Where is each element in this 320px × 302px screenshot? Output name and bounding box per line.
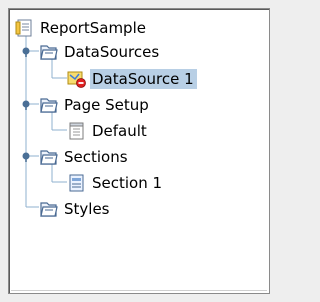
panel-bottom-edge [11,290,267,291]
tree-node-page-setup[interactable]: Page Setup [39,94,152,116]
tree-node-datasources[interactable]: DataSources [39,41,162,63]
tree-node-section-1[interactable]: Section 1 [67,172,165,194]
expand-toggle-page-setup[interactable] [20,98,32,110]
section-icon [69,174,84,192]
tree-node-label: DataSource 1 [90,69,197,89]
report-icon [15,19,32,37]
tree-node-label: ReportSample [40,19,146,37]
folder-open-icon [40,202,58,217]
tree-node-label: Styles [64,200,110,218]
tree-node-label: Page Setup [64,96,149,114]
expand-toggle-datasources[interactable] [20,45,32,57]
tree-node-sections[interactable]: Sections [39,146,131,168]
tree-node-default[interactable]: Default [67,120,150,142]
tree-node-label: Section 1 [92,174,163,192]
tree-node-styles[interactable]: Styles [39,198,113,220]
page-icon [69,122,84,140]
folder-open-icon [40,45,58,60]
folder-open-icon [40,98,58,113]
tree-node-label: Default [92,122,147,140]
tree-node-label: DataSources [64,43,160,61]
tree-node-datasource-1[interactable]: DataSource 1 [67,68,197,90]
expand-toggle-sections[interactable] [20,150,32,162]
folder-open-icon [40,150,58,165]
tree-node-label: Sections [64,148,128,166]
datasource-error-icon [67,71,86,88]
tree-panel: ReportSample DataSources DataSource 1 Pa… [8,8,270,294]
tree-node-report-sample[interactable]: ReportSample [15,17,149,39]
